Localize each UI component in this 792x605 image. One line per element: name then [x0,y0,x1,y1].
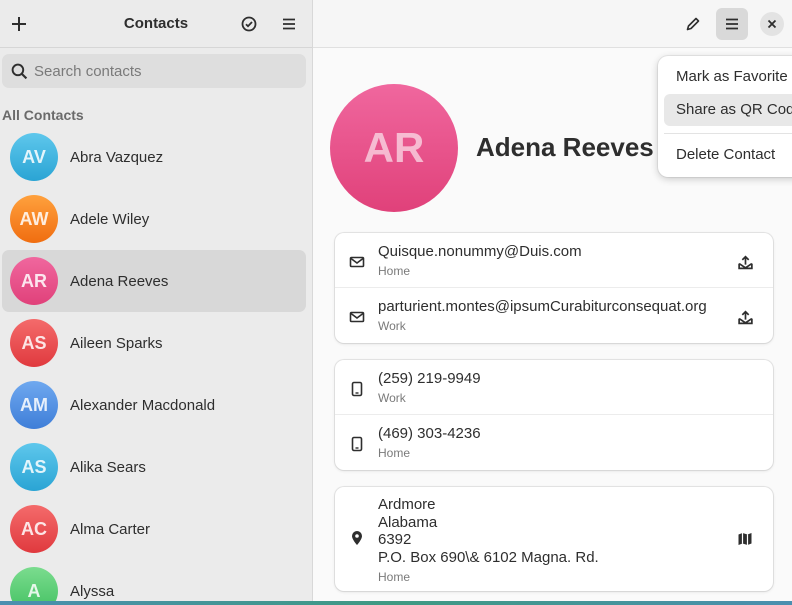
select-button[interactable] [233,8,265,40]
sidebar-header: Contacts [0,0,312,48]
avatar: AS [10,443,58,491]
share-icon [737,309,753,324]
phone-icon [351,381,363,397]
contact-list-item[interactable]: AS Aileen Sparks [2,312,306,374]
sidebar-menu-button[interactable] [273,8,305,40]
contact-list-item[interactable]: A Alyssa [2,560,306,605]
contact-list: AV Abra Vazquez AW Adele Wiley AR Adena Reeve… [0,126,312,605]
address-card: Ardmore Alabama 6392 P.O. Box 690\& 6102… [335,487,773,591]
address-label: Home [378,570,411,584]
send-email-button[interactable] [735,307,755,327]
email-row[interactable]: Quisque.nonummy@Duis.com Home [335,233,773,288]
phone-label: Home [378,446,411,460]
menu-separator [664,133,792,134]
address-postal-code: 6392 [378,531,412,548]
avatar: AV [10,133,58,181]
sidebar: Contacts All Contacts AV Abra Vazquez AW Ad… [0,0,313,605]
avatar: AW [10,195,58,243]
contact-list-item[interactable]: AC Alma Carter [2,498,306,560]
contact-name-label: Adele Wiley [70,210,150,228]
contact-list-item[interactable]: AV Abra Vazquez [2,126,306,188]
contact-list-item[interactable]: AW Adele Wiley [2,188,306,250]
menu-item-share-qr[interactable]: Share as QR Code [664,94,792,126]
phone-value: (469) 303-4236 [378,425,481,442]
pencil-icon [686,17,700,31]
contact-list-item[interactable]: AR Adena Reeves [2,250,306,312]
edit-button[interactable] [677,8,709,40]
contact-name-label: Adena Reeves [70,272,169,290]
address-lines: Ardmore Alabama 6392 P.O. Box 690\& 6102… [378,496,599,566]
share-icon [737,254,753,269]
phone-row[interactable]: (259) 219-9949 Work [335,360,773,415]
map-icon [738,533,752,545]
email-value: parturient.montes@ipsumCurabiturconsequa… [378,298,707,315]
mail-icon [349,311,365,323]
address-city: Ardmore [378,496,436,513]
location-pin-icon [352,531,362,545]
search-input[interactable] [34,62,284,80]
hamburger-icon [726,18,738,30]
phone-label: Work [378,391,406,405]
main-menu-button[interactable] [716,8,748,40]
phone-icon [351,436,363,452]
email-label: Work [378,319,406,333]
contact-list-item[interactable]: AS Alika Sears [2,436,306,498]
sidebar-title: Contacts [123,15,189,32]
contacts-window: Contacts All Contacts AV Abra Vazquez AW Ad… [0,0,792,605]
main-header [313,0,792,48]
address-street: P.O. Box 690\& 6102 Magna. Rd. [378,548,599,566]
menu-item-delete-contact[interactable]: Delete Contact [664,139,792,171]
email-label: Home [378,264,411,278]
menu-item-mark-favorite[interactable]: Mark as Favorite [664,61,792,93]
contact-name: Adena Reeves [476,132,654,162]
contact-name-label: Alma Carter [70,520,151,538]
hamburger-icon [283,18,295,30]
email-value: Quisque.nonummy@Duis.com [378,243,582,260]
avatar: AC [10,505,58,553]
avatar: A [10,567,58,605]
search-icon [11,63,28,79]
contact-name-label: Aileen Sparks [70,334,163,352]
contact-name-label: Abra Vazquez [70,148,164,166]
address-row[interactable]: Ardmore Alabama 6392 P.O. Box 690\& 6102… [335,487,773,591]
mail-icon [349,256,365,268]
show-on-map-button[interactable] [735,529,755,549]
section-label: All Contacts [2,107,84,123]
address-region: Alabama [378,513,438,531]
phone-value: (259) 219-9949 [378,370,481,387]
email-card: Quisque.nonummy@Duis.com Home parturient… [335,233,773,343]
contact-list-item[interactable]: AM Alexander Macdonald [2,374,306,436]
search-bar[interactable] [2,54,306,88]
contact-name-label: Alyssa [70,582,115,600]
contact-name-label: Alika Sears [70,458,146,476]
avatar: AR [10,257,58,305]
close-button[interactable] [760,12,784,36]
close-icon [767,19,777,29]
check-circle-icon [241,16,257,32]
contact-options-menu: Mark as Favorite Share as QR Code Delete… [658,56,792,177]
avatar: AM [10,381,58,429]
contact-avatar: AR [330,84,458,212]
desktop-background-strip [0,601,792,605]
contact-name-label: Alexander Macdonald [70,396,216,414]
email-row[interactable]: parturient.montes@ipsumCurabiturconsequa… [335,288,773,343]
phone-row[interactable]: (469) 303-4236 Home [335,415,773,470]
phone-card: (259) 219-9949 Work (469) 303-4236 Home [335,360,773,470]
avatar: AS [10,319,58,367]
send-email-button[interactable] [735,252,755,272]
